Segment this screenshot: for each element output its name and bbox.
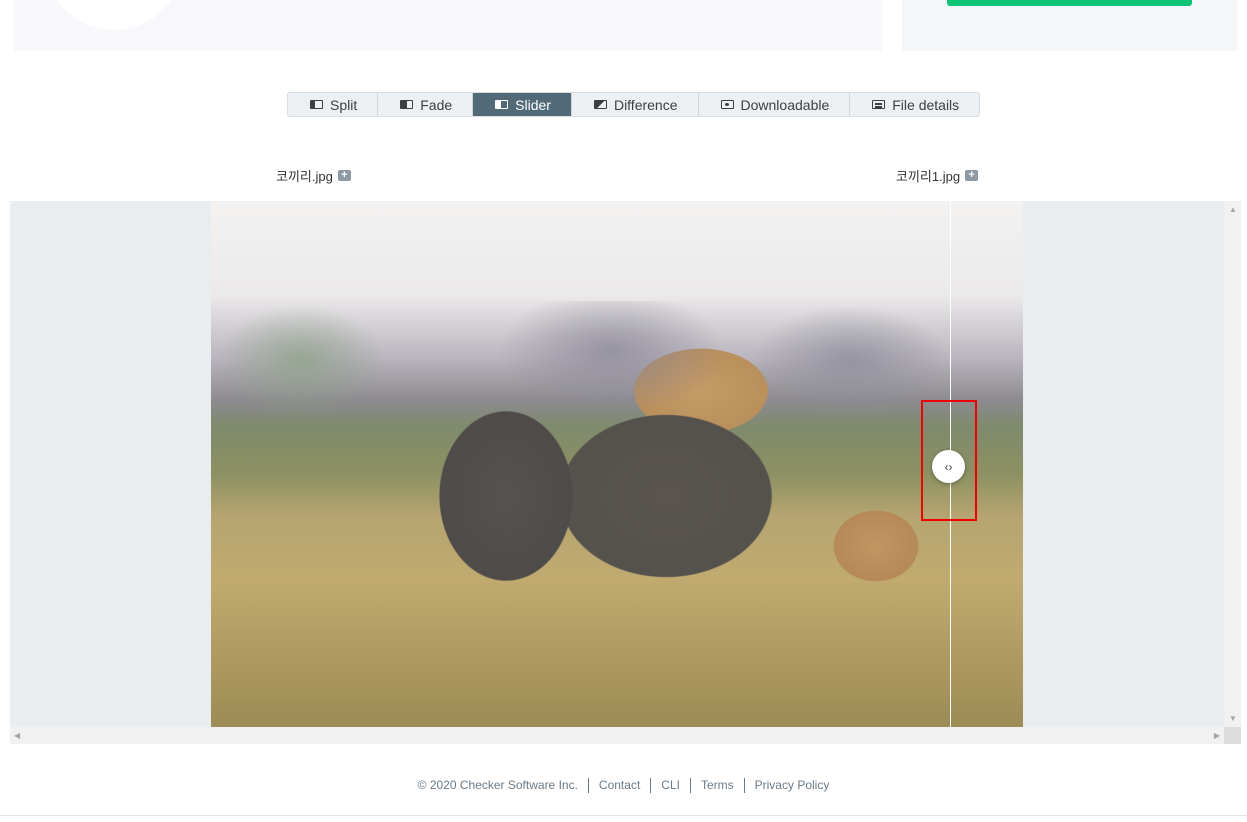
divider (0, 815, 1247, 816)
scrollbar-corner (1224, 727, 1241, 744)
add-file-icon[interactable]: + (965, 170, 979, 181)
scroll-left-icon[interactable]: ◀ (14, 731, 20, 740)
slider-icon (495, 100, 509, 109)
tab-label: Downloadable (740, 96, 830, 113)
comparison-image: ‹› (211, 201, 1023, 727)
avatar (44, 0, 184, 30)
scroll-down-icon[interactable]: ▼ (1229, 714, 1237, 723)
footer-link-terms[interactable]: Terms (691, 778, 745, 793)
primary-action-button[interactable] (947, 0, 1192, 6)
tab-label: File details (892, 96, 960, 113)
header-panel (14, 0, 882, 51)
tab-label: Split (330, 96, 358, 113)
footer: © 2020 Checker Software Inc. Contact CLI… (0, 778, 1247, 793)
tab-downloadable[interactable]: Downloadable (699, 93, 851, 116)
tab-fade[interactable]: Fade (378, 93, 474, 116)
difference-icon (593, 100, 607, 109)
right-file-label: 코끼리1.jpg + (896, 166, 979, 185)
left-file-name: 코끼리.jpg (276, 169, 333, 184)
image-background (211, 301, 1023, 421)
scroll-up-icon[interactable]: ▲ (1229, 205, 1237, 214)
tab-label: Slider (515, 96, 551, 113)
footer-link-contact[interactable]: Contact (589, 778, 652, 793)
tab-file-details[interactable]: File details (850, 93, 979, 116)
side-panel (902, 0, 1237, 51)
vertical-scrollbar[interactable]: ▲ ▼ (1224, 201, 1241, 727)
copyright: © 2020 Checker Software Inc. (408, 778, 589, 793)
scroll-right-icon[interactable]: ▶ (1214, 731, 1220, 740)
left-file-label: 코끼리.jpg + (276, 166, 351, 185)
tab-slider[interactable]: Slider (473, 93, 572, 116)
footer-link-cli[interactable]: CLI (651, 778, 691, 793)
highlight-box (921, 400, 977, 521)
right-file-name: 코끼리1.jpg (896, 169, 961, 184)
file-details-icon (872, 100, 886, 109)
fade-icon (400, 100, 414, 109)
tab-label: Fade (420, 96, 453, 113)
split-icon (310, 100, 323, 109)
horizontal-scrollbar[interactable]: ◀ ▶ (10, 727, 1224, 744)
footer-link-privacy[interactable]: Privacy Policy (745, 778, 840, 793)
image-viewer: ‹› ▲ ▼ ◀ ▶ (10, 201, 1241, 744)
add-file-icon[interactable]: + (337, 170, 351, 181)
tab-label: Difference (613, 96, 678, 113)
view-mode-tabs: Split Fade Slider Difference Downloadabl… (287, 92, 981, 117)
downloadable-icon (720, 100, 734, 109)
tab-difference[interactable]: Difference (572, 93, 699, 116)
tab-split[interactable]: Split (288, 93, 379, 116)
